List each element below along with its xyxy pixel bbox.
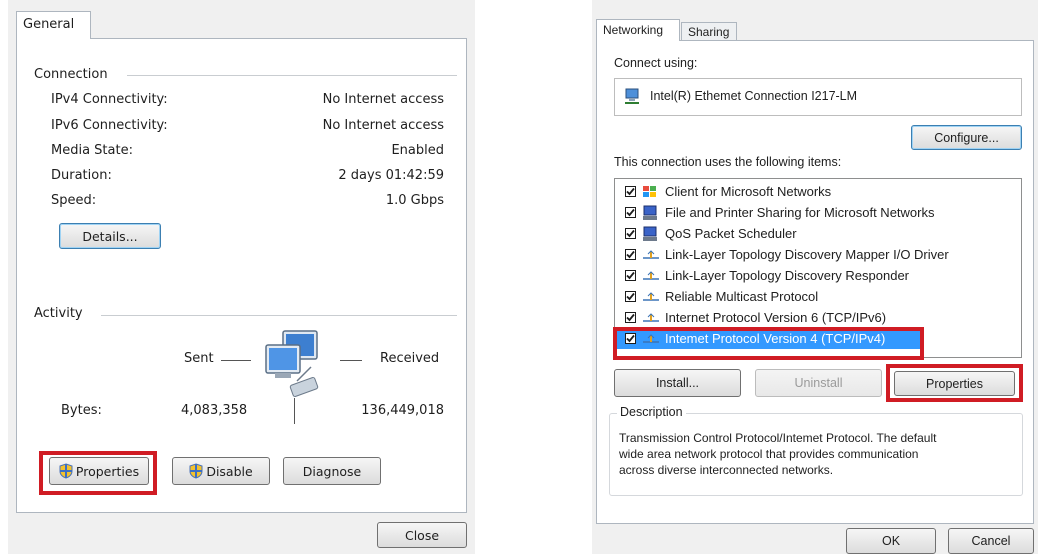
computer-icon bbox=[642, 226, 662, 242]
bytes-sent-value: 4,083,358 bbox=[181, 403, 248, 418]
diagnose-button[interactable]: Diagnose bbox=[283, 457, 381, 485]
description-line-2: wide area network protocol that provides… bbox=[619, 447, 919, 461]
adapter-name: Intel(R) Ethemet Connection I217-LM bbox=[650, 89, 858, 103]
protocol-icon bbox=[642, 249, 662, 260]
list-item[interactable]: Internet Protocol Version 6 (TCP/IPv6) bbox=[615, 307, 1021, 328]
item-label: Internet Protocol Version 6 (TCP/IPv6) bbox=[665, 310, 887, 325]
sent-line bbox=[221, 360, 251, 361]
details-button[interactable]: Details... bbox=[59, 223, 161, 249]
tab-networking[interactable]: Networking bbox=[596, 19, 680, 41]
item-label: QoS Packet Scheduler bbox=[665, 226, 797, 241]
description-line-1: Transmission Control Protocol/Intemet Pr… bbox=[619, 431, 937, 445]
ipv4-highlight-box bbox=[613, 327, 924, 360]
protocol-icon bbox=[642, 270, 662, 281]
item-label: Client for Microsoft Networks bbox=[665, 184, 832, 199]
properties-button[interactable]: Properties bbox=[49, 457, 149, 485]
network-computers-icon bbox=[265, 330, 319, 398]
list-item[interactable]: Reliable Multicast Protocol bbox=[615, 286, 1021, 307]
list-item[interactable]: Link-Layer Topology Discovery Mapper I/O… bbox=[615, 244, 1021, 265]
bytes-label: Bytes: bbox=[61, 403, 102, 418]
connection-group-heading: Connection bbox=[34, 67, 108, 82]
connect-using-label: Connect using: bbox=[614, 56, 698, 70]
tab-general[interactable]: General bbox=[16, 11, 91, 39]
item-label: File and Printer Sharing for Microsoft N… bbox=[665, 205, 935, 220]
item-checkbox[interactable] bbox=[625, 312, 636, 323]
item-label: Reliable Multicast Protocol bbox=[665, 289, 819, 304]
item-label: Link-Layer Topology Discovery Mapper I/O… bbox=[665, 247, 949, 262]
received-label: Received bbox=[380, 351, 440, 366]
network-adapter-icon bbox=[625, 88, 639, 104]
cancel-button[interactable]: Cancel bbox=[948, 528, 1034, 554]
description-heading: Description bbox=[617, 405, 686, 419]
item-label: Link-Layer Topology Discovery Responder bbox=[665, 268, 909, 283]
items-label: This connection uses the following items… bbox=[614, 155, 842, 169]
item-checkbox[interactable] bbox=[625, 270, 636, 281]
tab-sharing[interactable]: Sharing bbox=[681, 22, 737, 41]
uninstall-button: Uninstall bbox=[755, 369, 882, 397]
activity-group-heading: Activity bbox=[34, 306, 83, 321]
computer-icon bbox=[642, 205, 662, 221]
protocol-icon bbox=[642, 291, 662, 302]
speed-value: 1.0 Gbps bbox=[385, 193, 444, 208]
general-tab-panel: Connection IPv4 Connectivity: No Interne… bbox=[16, 38, 467, 513]
item-checkbox[interactable] bbox=[625, 249, 636, 260]
ipv4-connectivity-label: IPv4 Connectivity: bbox=[51, 92, 168, 107]
network-client-icon bbox=[642, 185, 662, 199]
item-checkbox[interactable] bbox=[625, 186, 636, 197]
ipv4-connectivity-value: No Internet access bbox=[322, 92, 444, 107]
ipv6-connectivity-value: No Internet access bbox=[322, 118, 444, 133]
speed-label: Speed: bbox=[51, 193, 97, 208]
list-item[interactable]: File and Printer Sharing for Microsoft N… bbox=[615, 202, 1021, 223]
bytes-received-value: 136,449,018 bbox=[361, 403, 444, 418]
received-line bbox=[340, 360, 362, 361]
duration-value: 2 days 01:42:59 bbox=[338, 168, 444, 183]
install-button[interactable]: Install... bbox=[614, 369, 741, 397]
media-state-value: Enabled bbox=[391, 143, 444, 158]
uac-shield-icon bbox=[189, 463, 203, 479]
item-checkbox[interactable] bbox=[625, 207, 636, 218]
sent-label: Sent bbox=[184, 351, 214, 366]
disable-button[interactable]: Disable bbox=[172, 457, 270, 485]
bytes-divider bbox=[294, 398, 295, 424]
properties-button-label: Properties bbox=[75, 463, 140, 479]
networking-tab-panel: Connect using: Intel(R) Ethemet Connecti… bbox=[596, 40, 1034, 524]
ok-button[interactable]: OK bbox=[846, 528, 936, 554]
uac-shield-icon bbox=[59, 463, 73, 479]
disable-button-label: Disable bbox=[206, 463, 253, 479]
description-line-3: across diverse interconnected networks. bbox=[619, 463, 834, 477]
configure-button[interactable]: Configure... bbox=[911, 125, 1022, 150]
connection-status-dialog: General Connection IPv4 Connectivity: No… bbox=[8, 0, 475, 554]
activity-group-line bbox=[101, 315, 457, 316]
list-item[interactable]: Link-Layer Topology Discovery Responder bbox=[615, 265, 1021, 286]
list-item[interactable]: Client for Microsoft Networks bbox=[615, 181, 1021, 202]
media-state-label: Media State: bbox=[51, 143, 133, 158]
properties-button[interactable]: Properties bbox=[894, 371, 1015, 396]
ipv6-connectivity-label: IPv6 Connectivity: bbox=[51, 118, 168, 133]
close-button[interactable]: Close bbox=[377, 522, 467, 548]
item-checkbox[interactable] bbox=[625, 291, 636, 302]
adapter-box: Intel(R) Ethemet Connection I217-LM bbox=[614, 78, 1022, 116]
duration-label: Duration: bbox=[51, 168, 112, 183]
item-checkbox[interactable] bbox=[625, 228, 636, 239]
list-item[interactable]: QoS Packet Scheduler bbox=[615, 223, 1021, 244]
connection-group-line bbox=[127, 75, 457, 76]
ethernet-properties-dialog: Networking Sharing Connect using: Intel(… bbox=[592, 0, 1038, 554]
protocol-icon bbox=[642, 312, 662, 323]
